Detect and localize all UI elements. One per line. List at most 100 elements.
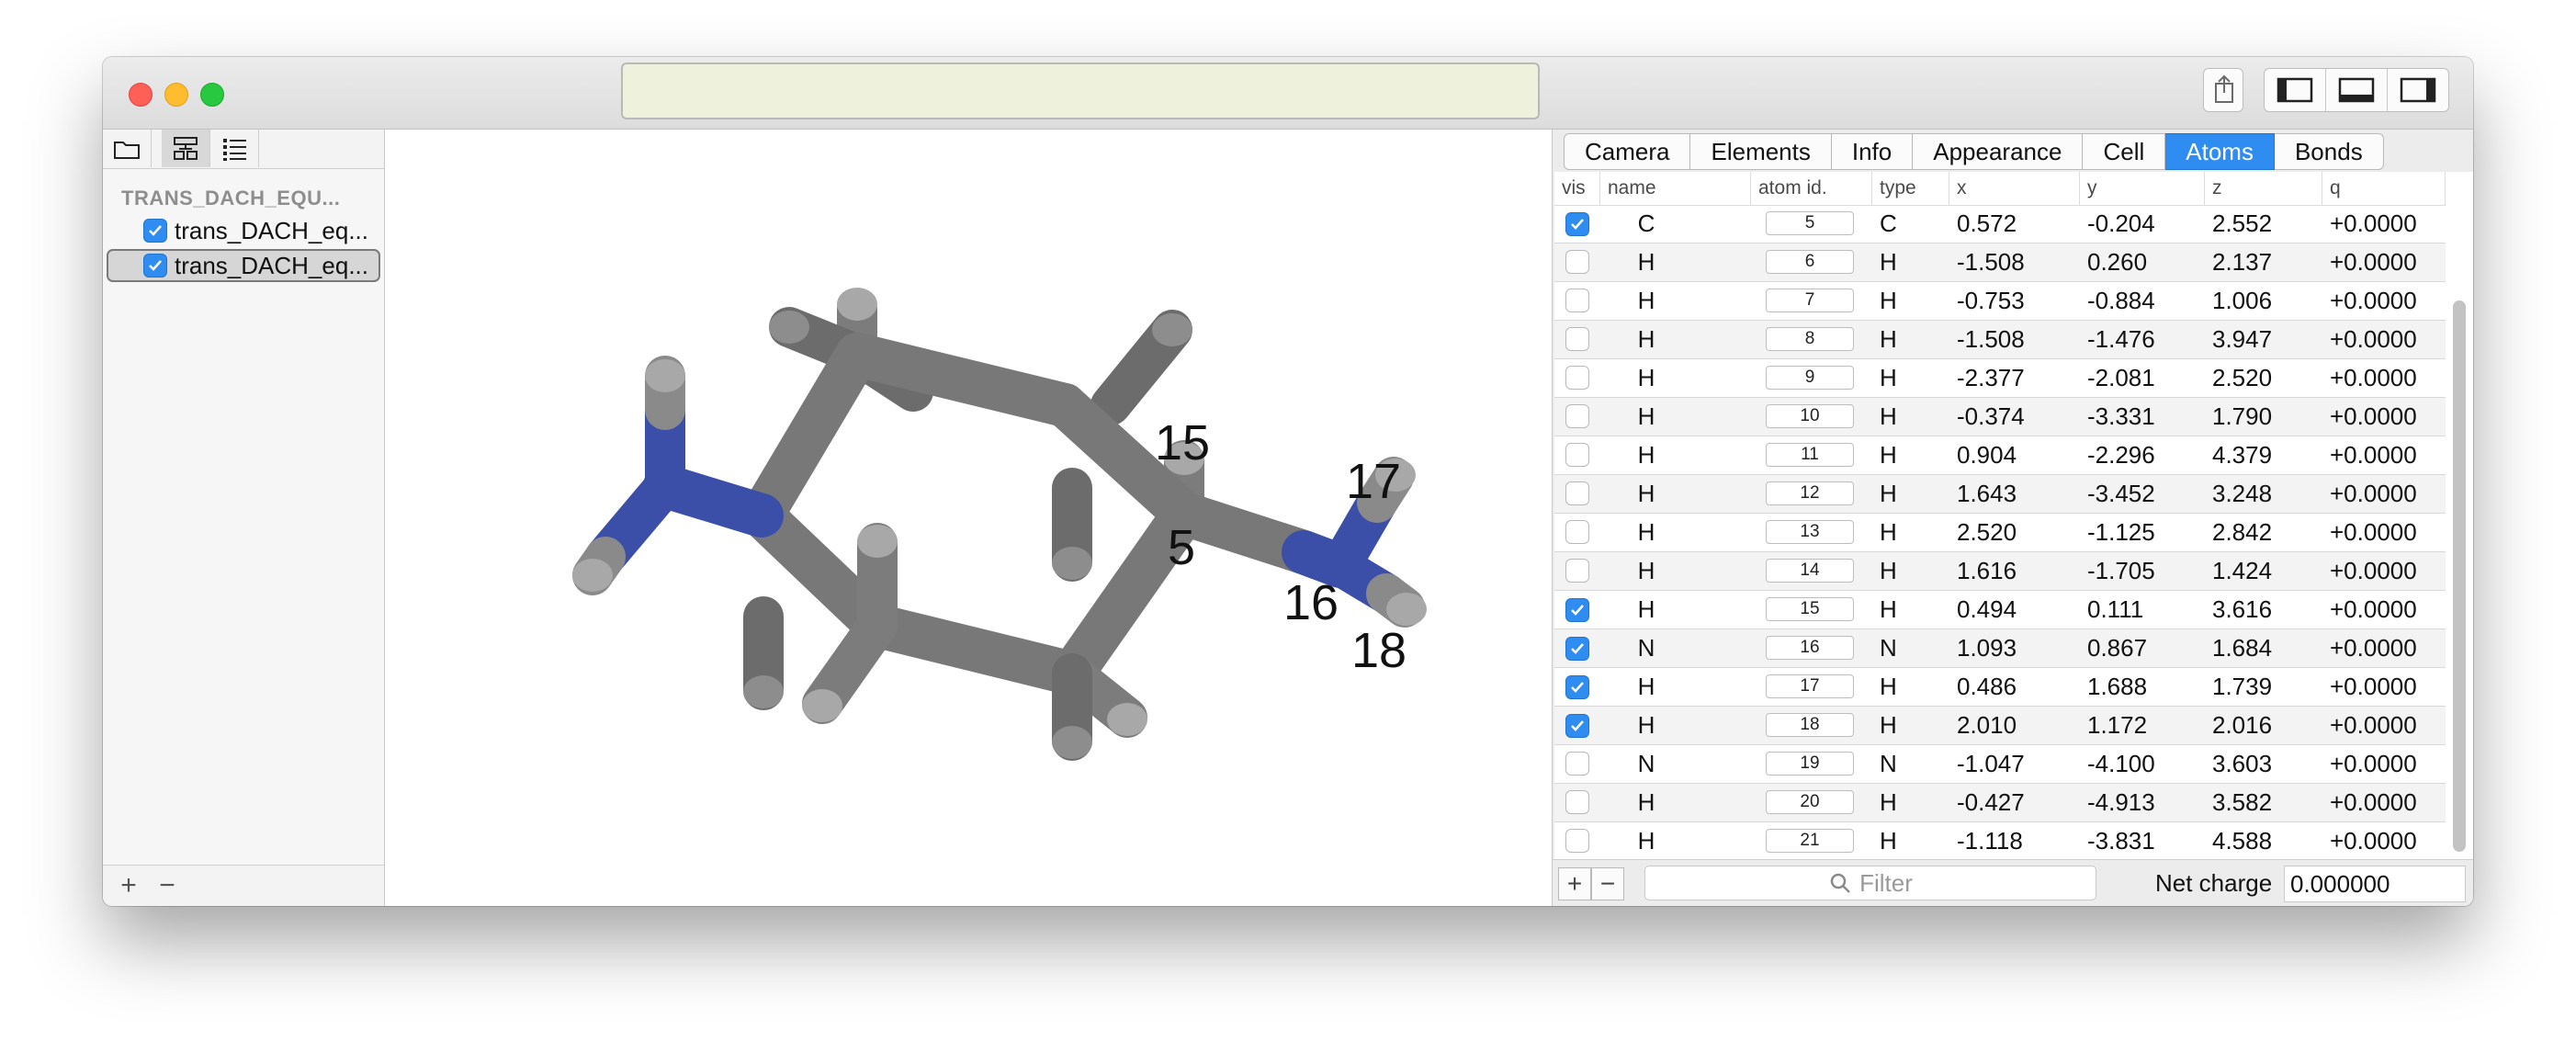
column-header-vis[interactable]: vis	[1554, 172, 1600, 205]
atom-charge-cell[interactable]: +0.0000	[2330, 359, 2417, 397]
visibility-checkbox[interactable]	[1565, 675, 1589, 699]
atom-id-field[interactable]: 17	[1766, 674, 1854, 698]
table-row[interactable]: H 11 H 0.904 -2.296 4.379 +0.0000	[1554, 436, 2446, 475]
atom-x-cell[interactable]: 0.572	[1957, 205, 2017, 243]
atom-x-cell[interactable]: 0.904	[1957, 436, 2017, 474]
atom-y-cell[interactable]: -3.831	[2087, 822, 2155, 860]
toggle-left-panel-button[interactable]	[2265, 69, 2326, 111]
table-row[interactable]: H 9 H -2.377 -2.081 2.520 +0.0000	[1554, 359, 2446, 398]
atom-id-field[interactable]: 18	[1766, 713, 1854, 737]
atom-y-cell[interactable]: 0.111	[2087, 591, 2143, 628]
visibility-checkbox[interactable]	[143, 254, 167, 277]
atom-type-cell[interactable]: H	[1880, 552, 1897, 590]
atom-y-cell[interactable]: -1.125	[2087, 514, 2155, 551]
atom-name-cell[interactable]: H	[1600, 784, 1692, 821]
atom-charge-cell[interactable]: +0.0000	[2330, 321, 2417, 358]
atom-charge-cell[interactable]: +0.0000	[2330, 591, 2417, 628]
atom-type-cell[interactable]: H	[1880, 591, 1897, 628]
atom-x-cell[interactable]: 1.616	[1957, 552, 2017, 590]
table-row[interactable]: N 19 N -1.047 -4.100 3.603 +0.0000	[1554, 745, 2446, 784]
atom-type-cell[interactable]: N	[1880, 629, 1897, 667]
atom-y-cell[interactable]: -1.705	[2087, 552, 2155, 590]
atom-charge-cell[interactable]: +0.0000	[2330, 205, 2417, 243]
atom-name-cell[interactable]: H	[1600, 282, 1692, 320]
tab-elements[interactable]: Elements	[1690, 133, 1832, 170]
sidebar-tab-list[interactable]	[209, 130, 259, 167]
atom-x-cell[interactable]: -1.508	[1957, 243, 2025, 281]
atom-z-cell[interactable]: 1.790	[2212, 398, 2272, 436]
atom-id-field[interactable]: 20	[1766, 790, 1854, 814]
atom-y-cell[interactable]: -2.081	[2087, 359, 2155, 397]
column-header-type[interactable]: type	[1872, 172, 1949, 205]
add-atom-button[interactable]: +	[1558, 867, 1591, 900]
atom-id-field[interactable]: 5	[1766, 211, 1854, 235]
column-header-name[interactable]: name	[1600, 172, 1751, 205]
atom-name-cell[interactable]: H	[1600, 514, 1692, 551]
tab-bonds[interactable]: Bonds	[2274, 133, 2384, 170]
atom-name-cell[interactable]: H	[1600, 822, 1692, 860]
atom-id-field[interactable]: 6	[1766, 250, 1854, 274]
atom-type-cell[interactable]: H	[1880, 822, 1897, 860]
table-row[interactable]: H 14 H 1.616 -1.705 1.424 +0.0000	[1554, 552, 2446, 591]
atom-y-cell[interactable]: 1.688	[2087, 668, 2147, 706]
remove-structure-button[interactable]: −	[151, 869, 184, 902]
atom-charge-cell[interactable]: +0.0000	[2330, 514, 2417, 551]
atom-type-cell[interactable]: H	[1880, 282, 1897, 320]
table-row[interactable]: N 16 N 1.093 0.867 1.684 +0.0000	[1554, 629, 2446, 668]
atom-charge-cell[interactable]: +0.0000	[2330, 475, 2417, 513]
atom-id-field[interactable]: 10	[1766, 404, 1854, 428]
sidebar-item-structure-2[interactable]: trans_DACH_eq...	[107, 249, 380, 282]
atom-x-cell[interactable]: -1.118	[1957, 822, 2023, 860]
visibility-checkbox[interactable]	[1565, 481, 1589, 505]
atom-name-cell[interactable]: H	[1600, 398, 1692, 436]
atom-id-field[interactable]: 11	[1766, 443, 1854, 467]
atom-charge-cell[interactable]: +0.0000	[2330, 436, 2417, 474]
molecule-model[interactable]	[385, 130, 1552, 906]
atom-name-cell[interactable]: H	[1600, 436, 1692, 474]
tab-camera[interactable]: Camera	[1564, 133, 1691, 170]
table-row[interactable]: H 15 H 0.494 0.111 3.616 +0.0000	[1554, 591, 2446, 629]
atom-charge-cell[interactable]: +0.0000	[2330, 282, 2417, 320]
visibility-checkbox[interactable]	[1565, 637, 1589, 661]
visibility-checkbox[interactable]	[1565, 598, 1589, 622]
atom-y-cell[interactable]: 0.867	[2087, 629, 2147, 667]
atom-id-field[interactable]: 14	[1766, 559, 1854, 583]
atom-y-cell[interactable]: -3.331	[2087, 398, 2155, 436]
tab-appearance[interactable]: Appearance	[1913, 133, 2084, 170]
tab-atoms[interactable]: Atoms	[2165, 133, 2275, 170]
atom-charge-cell[interactable]: +0.0000	[2330, 243, 2417, 281]
add-structure-button[interactable]: +	[112, 869, 145, 902]
atom-name-cell[interactable]: C	[1600, 205, 1692, 243]
atom-y-cell[interactable]: -1.476	[2087, 321, 2155, 358]
atom-x-cell[interactable]: 1.093	[1957, 629, 2017, 667]
atom-z-cell[interactable]: 2.842	[2212, 514, 2272, 551]
table-row[interactable]: H 12 H 1.643 -3.452 3.248 +0.0000	[1554, 475, 2446, 514]
column-header-atom-id[interactable]: atom id.	[1751, 172, 1872, 205]
visibility-checkbox[interactable]	[1565, 443, 1589, 467]
molecule-viewer[interactable]: 15 5 17 16 18	[360, 130, 1553, 906]
atom-x-cell[interactable]: 2.010	[1957, 707, 2017, 744]
atom-name-cell[interactable]: H	[1600, 707, 1692, 744]
atom-id-field[interactable]: 15	[1766, 597, 1854, 621]
atom-type-cell[interactable]: H	[1880, 668, 1897, 706]
atom-y-cell[interactable]: -4.913	[2087, 784, 2155, 821]
atom-type-cell[interactable]: H	[1880, 398, 1897, 436]
atom-name-cell[interactable]: H	[1600, 475, 1692, 513]
atom-x-cell[interactable]: -0.374	[1957, 398, 2025, 436]
share-button[interactable]	[2203, 68, 2243, 112]
atom-id-field[interactable]: 8	[1766, 327, 1854, 351]
atom-type-cell[interactable]: H	[1880, 436, 1897, 474]
atom-x-cell[interactable]: 0.494	[1957, 591, 2017, 628]
sidebar-item-structure-1[interactable]: trans_DACH_eq...	[107, 214, 380, 247]
minimize-window-button[interactable]	[164, 83, 188, 107]
atom-charge-cell[interactable]: +0.0000	[2330, 552, 2417, 590]
atom-id-field[interactable]: 12	[1766, 481, 1854, 505]
address-bar[interactable]	[621, 62, 1540, 119]
atom-charge-cell[interactable]: +0.0000	[2330, 784, 2417, 821]
atom-charge-cell[interactable]: +0.0000	[2330, 629, 2417, 667]
visibility-checkbox[interactable]	[1565, 520, 1589, 544]
atom-z-cell[interactable]: 4.379	[2212, 436, 2272, 474]
atom-y-cell[interactable]: -0.204	[2087, 205, 2155, 243]
tab-info[interactable]: Info	[1831, 133, 1914, 170]
atom-name-cell[interactable]: H	[1600, 591, 1692, 628]
